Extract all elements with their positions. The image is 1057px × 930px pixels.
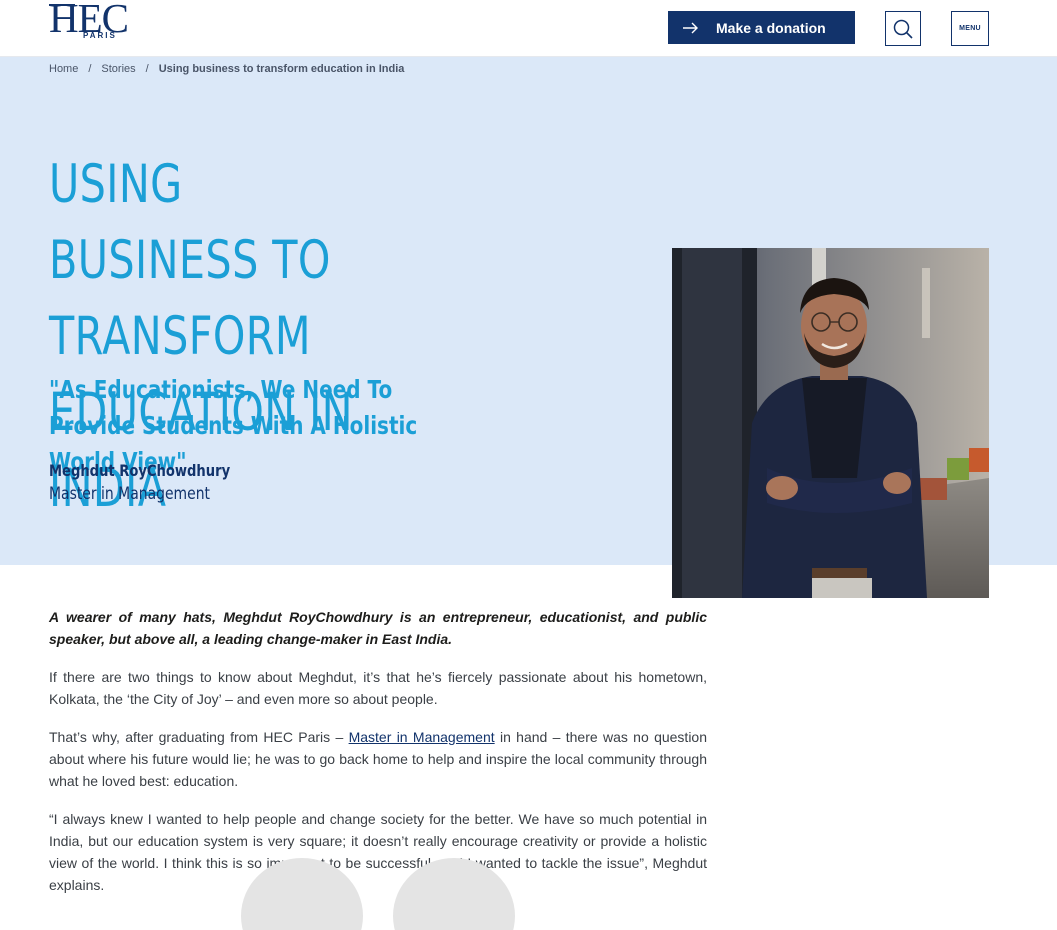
arrow-right-icon <box>683 22 698 33</box>
breadcrumb: Home / Stories / Using business to trans… <box>49 63 404 75</box>
breadcrumb-current: Using business to transform education in… <box>158 63 405 75</box>
breadcrumb-separator: / <box>145 63 149 75</box>
menu-button[interactable]: MENU <box>951 11 989 46</box>
breadcrumb-home[interactable]: Home <box>49 63 78 75</box>
site-header: HEC PARIS Make a donation MENU <box>0 0 1057 57</box>
article-paragraph: If there are two things to know about Me… <box>49 669 707 707</box>
person-name: Meghdut RoyChowdhury <box>49 461 231 480</box>
menu-label: MENU <box>959 25 981 32</box>
article-paragraph-with-link: That’s why, after graduating from HEC Pa… <box>49 726 707 792</box>
portrait-image <box>672 248 989 598</box>
breadcrumb-stories[interactable]: Stories <box>101 63 135 75</box>
logo-sub-text: PARIS <box>83 31 117 40</box>
portrait-photo <box>672 248 989 598</box>
article-lead: A wearer of many hats, Meghdut RoyChowdh… <box>49 609 707 647</box>
search-button[interactable] <box>885 11 921 46</box>
search-icon <box>893 19 913 39</box>
person-program: Master in Management <box>49 484 211 504</box>
breadcrumb-separator: / <box>88 63 92 75</box>
paragraph-text: That’s why, after graduating from HEC Pa… <box>49 729 349 745</box>
make-donation-button[interactable]: Make a donation <box>668 11 855 44</box>
master-in-management-link[interactable]: Master in Management <box>349 729 495 745</box>
quote-marks-icon <box>241 858 515 930</box>
hec-paris-logo[interactable]: HEC PARIS <box>49 0 141 44</box>
make-donation-label: Make a donation <box>716 19 826 36</box>
